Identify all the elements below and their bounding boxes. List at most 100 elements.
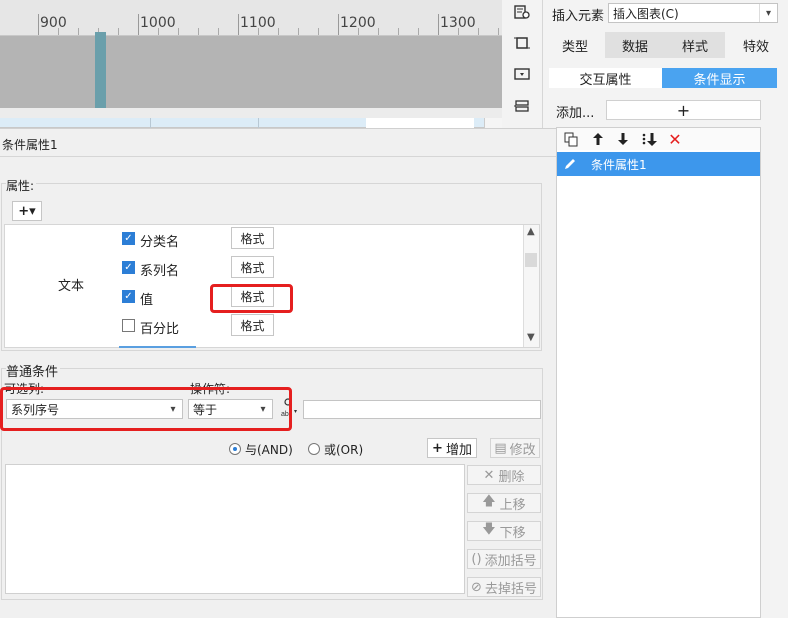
option-label: 分类名 <box>140 235 180 250</box>
edit-pencil-icon <box>561 155 579 173</box>
ruler-tick <box>398 28 399 35</box>
scrollbar-thumb[interactable] <box>525 253 537 267</box>
add-condition-button[interactable]: + <box>606 100 761 120</box>
option-checkbox[interactable]: ✓ <box>122 232 135 245</box>
subtab-interaction[interactable]: 交互属性 <box>549 68 662 88</box>
plus-icon: + <box>432 440 443 456</box>
tab-style[interactable]: 样式 <box>665 32 725 58</box>
ruler-tick <box>158 28 159 35</box>
condition-list-toolbar: ✕ <box>557 128 760 150</box>
insert-element-select[interactable]: 插入图表(C) ▾ <box>608 3 778 23</box>
horizontal-ruler: 900 1000 1100 1200 1300 <box>0 0 502 36</box>
highlight-box-condition <box>0 387 292 431</box>
move-up-button[interactable]: 🡅 上移 <box>467 493 541 513</box>
cell-properties-icon[interactable] <box>512 2 532 22</box>
ruler-tick <box>418 28 419 35</box>
delete-icon: ✕ <box>483 467 495 483</box>
remove-bracket-button[interactable]: ⊘ 去掉括号 <box>467 577 541 597</box>
attributes-label: 属性: <box>6 177 37 194</box>
option-label: 值 <box>140 293 154 308</box>
text-group-label: 文本 <box>58 279 85 294</box>
arrow-up-icon: 🡅 <box>482 494 496 509</box>
tab-effects[interactable]: 特效 <box>725 32 787 58</box>
add-attribute-button[interactable]: +▾ <box>12 201 42 221</box>
column-divider <box>258 118 259 128</box>
ruler-tick <box>178 28 179 35</box>
tab-data[interactable]: 数据 <box>605 32 665 58</box>
ruler-tick <box>378 28 379 35</box>
format-button[interactable]: 格式 <box>231 227 274 249</box>
layout-icon[interactable] <box>512 96 532 116</box>
ruler-tick <box>58 28 59 35</box>
option-checkbox[interactable]: ✓ <box>122 261 135 274</box>
scroll-up-button[interactable] <box>484 118 502 128</box>
ruler-tick <box>458 28 459 35</box>
option-checkbox[interactable] <box>122 319 135 332</box>
ruler-tick <box>278 28 279 35</box>
format-button[interactable]: 格式 <box>231 256 274 278</box>
ruler-tick <box>258 28 259 35</box>
add-bracket-button[interactable]: () 添加括号 <box>467 549 541 569</box>
option-label: 系列名 <box>140 264 180 279</box>
ruler-tick <box>238 14 239 35</box>
ruler-tick <box>198 28 199 35</box>
arrow-down-icon: 🡇 <box>482 522 496 537</box>
ruler-tick <box>38 14 39 35</box>
ruler-tick <box>318 28 319 35</box>
modify-icon: ▤ <box>494 440 507 456</box>
delete-icon[interactable]: ✕ <box>667 130 683 149</box>
border-icon[interactable] <box>512 33 532 53</box>
move-up-icon[interactable] <box>590 131 606 147</box>
add-condition-button[interactable]: + 增加 <box>427 438 477 458</box>
or-label: 或(OR) <box>324 443 364 457</box>
move-up-label: 上移 <box>499 497 526 513</box>
common-conditions-label: 普通条件 <box>6 361 61 380</box>
insert-element-label: 插入元素 <box>552 9 605 24</box>
modify-button[interactable]: ▤ 修改 <box>490 438 540 458</box>
column-marker[interactable] <box>95 32 106 108</box>
move-down-button[interactable]: 🡇 下移 <box>467 521 541 541</box>
delete-label: 删除 <box>498 469 525 485</box>
condition-item-label: 条件属性1 <box>591 158 647 172</box>
option-checkbox[interactable]: ✓ <box>122 290 135 303</box>
column-divider <box>150 118 151 128</box>
insert-element-value: 插入图表(C) <box>613 6 679 21</box>
add-bracket-label: 添加括号 <box>484 553 537 569</box>
conditions-list-box[interactable] <box>5 464 465 594</box>
title-divider <box>0 156 556 157</box>
or-radio[interactable] <box>308 443 320 455</box>
widget-icon[interactable] <box>512 64 532 84</box>
delete-button[interactable]: ✕ 删除 <box>467 465 541 485</box>
vertical-toolbar <box>502 0 542 128</box>
ruler-tick <box>498 28 499 35</box>
and-radio[interactable] <box>229 443 241 455</box>
and-label: 与(AND) <box>245 443 293 457</box>
list-selection-indicator <box>119 346 196 348</box>
scroll-up-icon[interactable]: ▲ <box>527 226 535 237</box>
subtab-conditional-display[interactable]: 条件显示 <box>662 68 777 88</box>
ruler-tick <box>118 28 119 35</box>
copy-icon[interactable] <box>563 131 579 147</box>
remove-bracket-label: 去掉括号 <box>484 581 537 597</box>
tab-type[interactable]: 类型 <box>545 32 605 58</box>
ruler-tick <box>138 14 139 35</box>
condition-value-input[interactable] <box>303 400 541 419</box>
add-label: 添加... <box>556 106 595 121</box>
format-button[interactable]: 格式 <box>231 314 274 336</box>
condition-list[interactable] <box>556 127 761 618</box>
design-canvas[interactable] <box>0 36 502 108</box>
scroll-down-icon[interactable]: ▼ <box>527 332 535 343</box>
ruler-tick <box>438 14 439 35</box>
condition-list-item[interactable]: 条件属性1 <box>557 152 760 176</box>
ruler-tick <box>78 28 79 35</box>
move-to-bottom-icon[interactable] <box>640 131 660 147</box>
bracket-icon: () <box>471 551 482 567</box>
ruler-label: 900 <box>40 15 67 31</box>
ruler-tick <box>218 28 219 35</box>
move-down-icon[interactable] <box>615 131 631 147</box>
chevron-down-icon: ▾ <box>759 4 777 22</box>
attribute-list-scrollbar[interactable]: ▲ ▼ <box>523 225 539 347</box>
ruler-tick <box>478 28 479 35</box>
modify-label: 修改 <box>509 442 536 458</box>
column-header-cell <box>366 118 474 128</box>
